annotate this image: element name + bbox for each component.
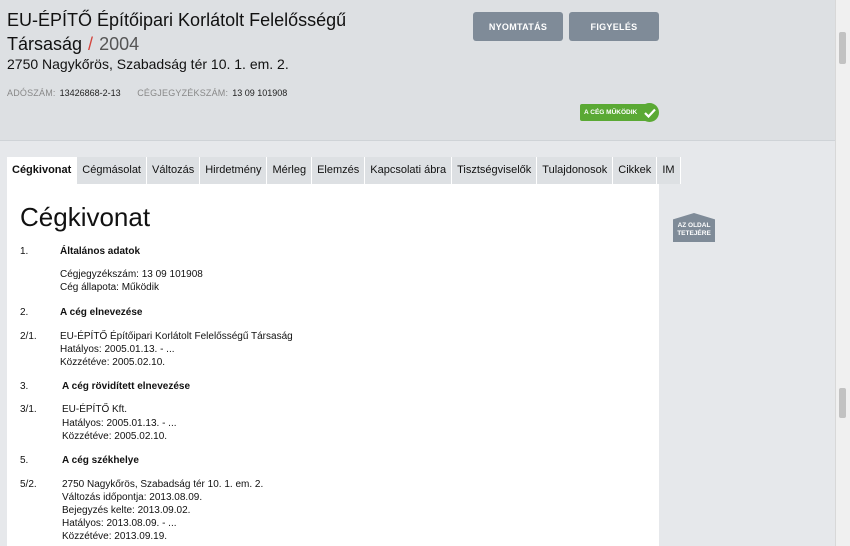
section-line: EU-ÉPÍTŐ Építőipari Korlátolt Felelősség… (60, 331, 293, 342)
section-line: Hatályos: 2005.01.13. - ... (62, 418, 177, 429)
section-title: A cég székhelye (62, 455, 139, 466)
section-number: 1. (20, 246, 29, 257)
section-line: Közzétéve: 2005.02.10. (60, 357, 166, 368)
tax-label: ADÓSZÁM: (7, 88, 56, 98)
section-line: 2750 Nagykőrös, Szabadság tér 10. 1. em.… (62, 479, 264, 490)
company-address: 2750 Nagykőrös, Szabadság tér 10. 1. em.… (7, 56, 289, 72)
section-line: Közzétéve: 2005.02.10. (62, 431, 168, 442)
check-icon (640, 103, 659, 122)
back-to-top-button[interactable]: AZ OLDAL TETEJÉRE (673, 213, 715, 242)
section-title: A cég rövidített elnevezése (62, 381, 191, 392)
reg-value: 13 09 101908 (232, 88, 288, 98)
print-button[interactable]: NYOMTATÁS (473, 12, 563, 41)
section-number: 2. (20, 307, 29, 318)
section-line: Bejegyzés kelte: 2013.09.02. (62, 505, 191, 516)
tab-hirdetmeny[interactable]: Hirdetmény (200, 157, 268, 184)
tab-valtozas[interactable]: Változás (147, 157, 201, 184)
title-separator: / (88, 34, 94, 54)
section-title: A cég elnevezése (60, 307, 143, 318)
section-number: 3. (20, 381, 29, 392)
section-line: EU-ÉPÍTŐ Kft. (62, 404, 128, 415)
section-line: Változás időpontja: 2013.08.09. (62, 492, 203, 503)
company-year: 2004 (99, 34, 140, 54)
section-line: Cégjegyzékszám: 13 09 101908 (60, 269, 203, 280)
company-title: EU-ÉPÍTŐ Építőipari Korlátolt Felelősség… (7, 8, 367, 56)
section-line: Hatályos: 2013.08.09. - ... (62, 518, 177, 529)
section-line: Közzétéve: 2013.09.19. (62, 531, 168, 542)
scrollbar[interactable] (835, 0, 850, 546)
section-title: Általános adatok (60, 246, 141, 257)
tab-tisztsegviselok[interactable]: Tisztségviselők (452, 157, 538, 184)
tab-cegmasolat[interactable]: Cégmásolat (77, 157, 147, 184)
page-title: Cégkivonat (20, 202, 151, 232)
tab-tulajdonosok[interactable]: Tulajdonosok (537, 157, 614, 184)
tab-merleg[interactable]: Mérleg (267, 157, 313, 184)
scroll-thumb[interactable] (839, 388, 846, 418)
tab-im[interactable]: IM (657, 157, 681, 184)
tab-cegkivonat[interactable]: Cégkivonat (7, 157, 78, 184)
tab-bar: Cégkivonat Cégmásolat Változás Hirdetmén… (7, 157, 681, 184)
company-header: EU-ÉPÍTŐ Építőipari Korlátolt Felelősség… (0, 0, 836, 141)
section-number: 3/1. (20, 404, 37, 415)
section-line: Cég állapota: Működik (60, 282, 159, 293)
company-ids: ADÓSZÁM: 13426868-2-13 CÉGJEGYZÉKSZÁM: 13 … (7, 88, 301, 98)
section-number: 5/2. (20, 479, 37, 490)
watch-button[interactable]: FIGYELÉS (569, 12, 659, 41)
scroll-thumb[interactable] (839, 32, 846, 64)
reg-label: CÉGJEGYZÉKSZÁM: (137, 88, 229, 98)
section-number: 2/1. (20, 331, 37, 342)
tax-value: 13426868-2-13 (59, 88, 121, 98)
back-to-top-label: AZ OLDAL TETEJÉRE (677, 222, 711, 237)
tab-kapcsolati-abra[interactable]: Kapcsolati ábra (365, 157, 453, 184)
company-name: EU-ÉPÍTŐ Építőipari Korlátolt Felelősség… (7, 10, 347, 54)
section-number: 5. (20, 455, 29, 466)
section-line: Hatályos: 2005.01.13. - ... (60, 344, 175, 355)
tab-elemzes[interactable]: Elemzés (312, 157, 366, 184)
extract-content: Cégkivonat 1. Általános adatok Cégjegyzé… (7, 184, 659, 546)
tab-cikkek[interactable]: Cikkek (613, 157, 658, 184)
